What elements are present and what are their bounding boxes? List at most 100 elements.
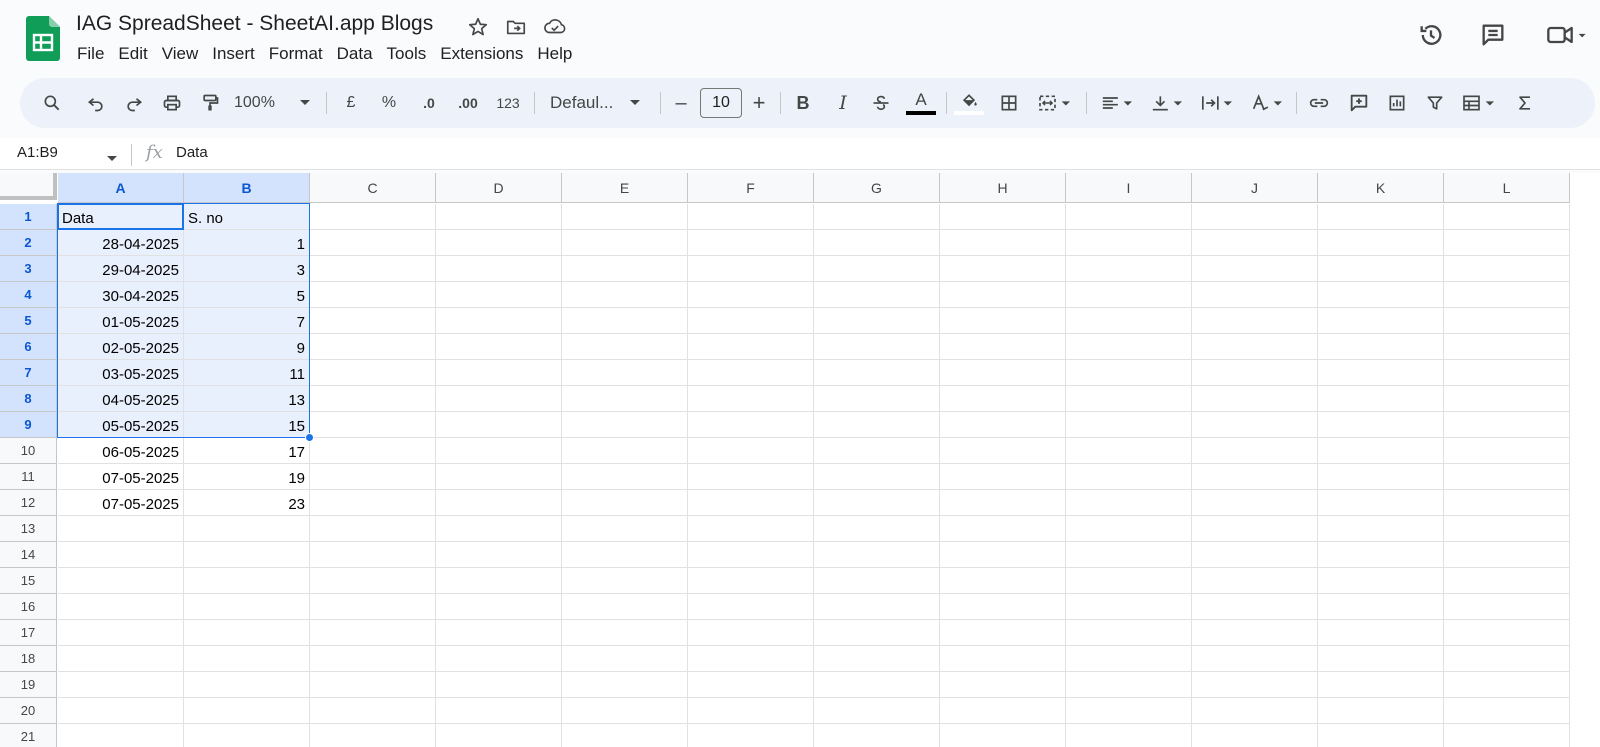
cell-b19[interactable] (184, 672, 310, 698)
cell-a4[interactable]: 30-04-2025 (58, 282, 184, 308)
cell-k3[interactable] (1318, 256, 1444, 282)
cell-g11[interactable] (814, 464, 940, 490)
cell-j11[interactable] (1192, 464, 1318, 490)
cell-c3[interactable] (310, 256, 436, 282)
column-header-g[interactable]: G (814, 173, 940, 203)
cell-h9[interactable] (940, 412, 1066, 438)
cell-d8[interactable] (436, 386, 562, 412)
cell-j21[interactable] (1192, 724, 1318, 747)
cell-f4[interactable] (688, 282, 814, 308)
cell-b17[interactable] (184, 620, 310, 646)
meet-call-icon[interactable] (1542, 18, 1592, 52)
cell-i7[interactable] (1066, 360, 1192, 386)
cell-g8[interactable] (814, 386, 940, 412)
cell-c16[interactable] (310, 594, 436, 620)
currency-format-button[interactable]: £ (338, 88, 364, 118)
row-header-13[interactable]: 13 (0, 516, 57, 542)
cell-k20[interactable] (1318, 698, 1444, 724)
cell-g10[interactable] (814, 438, 940, 464)
cell-a19[interactable] (58, 672, 184, 698)
row-header-21[interactable]: 21 (0, 724, 57, 747)
cell-a7[interactable]: 03-05-2025 (58, 360, 184, 386)
menu-view[interactable]: View (155, 42, 206, 66)
cell-g12[interactable] (814, 490, 940, 516)
cell-h17[interactable] (940, 620, 1066, 646)
cell-d6[interactable] (436, 334, 562, 360)
cell-j4[interactable] (1192, 282, 1318, 308)
name-box-dropdown-icon[interactable] (106, 150, 118, 168)
insert-comment-icon[interactable] (1344, 88, 1374, 118)
cell-k16[interactable] (1318, 594, 1444, 620)
cell-c7[interactable] (310, 360, 436, 386)
cell-a9[interactable]: 05-05-2025 (58, 412, 184, 438)
menu-help[interactable]: Help (530, 42, 579, 66)
cell-a2[interactable]: 28-04-2025 (58, 230, 184, 256)
redo-icon[interactable] (118, 88, 150, 118)
menu-extensions[interactable]: Extensions (433, 42, 530, 66)
cell-l21[interactable] (1444, 724, 1570, 747)
cell-f2[interactable] (688, 230, 814, 256)
cell-f13[interactable] (688, 516, 814, 542)
cell-f8[interactable] (688, 386, 814, 412)
cell-f7[interactable] (688, 360, 814, 386)
row-header-4[interactable]: 4 (0, 282, 57, 308)
fill-handle[interactable] (305, 433, 314, 442)
cell-d9[interactable] (436, 412, 562, 438)
cell-l3[interactable] (1444, 256, 1570, 282)
cell-d16[interactable] (436, 594, 562, 620)
cell-k14[interactable] (1318, 542, 1444, 568)
cell-i3[interactable] (1066, 256, 1192, 282)
cell-l2[interactable] (1444, 230, 1570, 256)
cell-g7[interactable] (814, 360, 940, 386)
borders-icon[interactable] (994, 88, 1024, 118)
menu-edit[interactable]: Edit (111, 42, 154, 66)
column-header-j[interactable]: J (1192, 173, 1318, 203)
column-header-l[interactable]: L (1444, 173, 1570, 203)
cell-g17[interactable] (814, 620, 940, 646)
cell-l12[interactable] (1444, 490, 1570, 516)
cell-e18[interactable] (562, 646, 688, 672)
paint-format-icon[interactable] (194, 88, 226, 118)
cell-l11[interactable] (1444, 464, 1570, 490)
row-header-2[interactable]: 2 (0, 230, 57, 256)
cell-g1[interactable] (814, 204, 940, 230)
cell-b8[interactable]: 13 (184, 386, 310, 412)
horizontal-align-icon[interactable] (1094, 88, 1140, 118)
cell-j15[interactable] (1192, 568, 1318, 594)
cell-g9[interactable] (814, 412, 940, 438)
cell-k10[interactable] (1318, 438, 1444, 464)
increase-decimal-button[interactable]: .00 (452, 88, 484, 118)
row-header-6[interactable]: 6 (0, 334, 57, 360)
cell-f15[interactable] (688, 568, 814, 594)
cell-c9[interactable] (310, 412, 436, 438)
cell-j14[interactable] (1192, 542, 1318, 568)
cell-l20[interactable] (1444, 698, 1570, 724)
cell-g13[interactable] (814, 516, 940, 542)
menu-data[interactable]: Data (330, 42, 380, 66)
row-header-12[interactable]: 12 (0, 490, 57, 516)
cell-e4[interactable] (562, 282, 688, 308)
cell-l9[interactable] (1444, 412, 1570, 438)
cell-i17[interactable] (1066, 620, 1192, 646)
cell-l5[interactable] (1444, 308, 1570, 334)
cell-b21[interactable] (184, 724, 310, 747)
cell-c17[interactable] (310, 620, 436, 646)
cell-g2[interactable] (814, 230, 940, 256)
cell-h13[interactable] (940, 516, 1066, 542)
cell-a18[interactable] (58, 646, 184, 672)
fill-color-button[interactable] (952, 88, 986, 118)
cell-g6[interactable] (814, 334, 940, 360)
cell-h10[interactable] (940, 438, 1066, 464)
cell-e10[interactable] (562, 438, 688, 464)
cell-j18[interactable] (1192, 646, 1318, 672)
cell-k2[interactable] (1318, 230, 1444, 256)
cell-f1[interactable] (688, 204, 814, 230)
column-header-h[interactable]: H (940, 173, 1066, 203)
cell-i20[interactable] (1066, 698, 1192, 724)
cell-f12[interactable] (688, 490, 814, 516)
cell-c15[interactable] (310, 568, 436, 594)
cell-i21[interactable] (1066, 724, 1192, 747)
cell-b14[interactable] (184, 542, 310, 568)
undo-icon[interactable] (80, 88, 112, 118)
cell-b18[interactable] (184, 646, 310, 672)
